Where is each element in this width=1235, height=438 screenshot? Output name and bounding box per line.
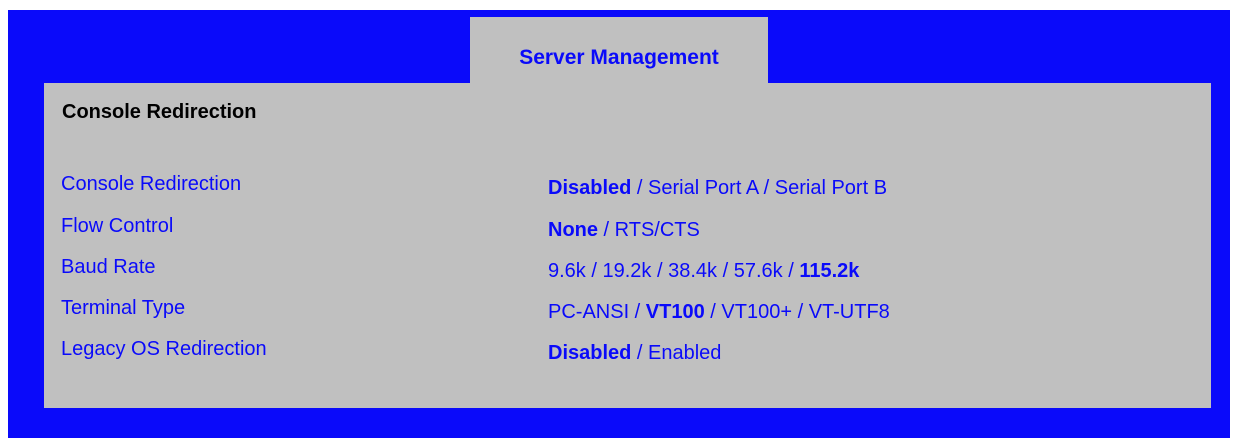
option-separator: / <box>598 219 615 241</box>
option-selected[interactable]: Disabled <box>548 342 631 364</box>
option[interactable]: VT100+ <box>721 301 792 323</box>
option[interactable]: Serial Port B <box>775 177 887 199</box>
option[interactable]: VT-UTF8 <box>809 301 890 323</box>
option[interactable]: Enabled <box>648 342 721 364</box>
setting-label[interactable]: Legacy OS Redirection <box>61 338 267 361</box>
option[interactable]: 19.2k <box>602 260 651 282</box>
setting-label[interactable]: Terminal Type <box>61 297 185 320</box>
option-separator: / <box>717 260 734 282</box>
setting-label[interactable]: Baud Rate <box>61 256 156 279</box>
option-selected[interactable]: VT100 <box>646 301 705 323</box>
option-selected[interactable]: 115.2k <box>799 260 859 282</box>
section-title: Console Redirection <box>62 101 257 123</box>
option[interactable]: PC-ANSI <box>548 301 629 323</box>
setting-row[interactable]: Baud Rate 9.6k / 19.2k / 38.4k / 57.6k / … <box>0 256 1235 296</box>
tab-label: Server Management <box>519 46 719 69</box>
option-separator: / <box>629 301 646 323</box>
setting-options[interactable]: None / RTS/CTS <box>548 219 700 242</box>
option-selected[interactable]: None <box>548 219 598 241</box>
setting-row[interactable]: Terminal Type PC-ANSI / VT100 / VT100+ / … <box>0 297 1235 337</box>
option-selected[interactable]: Disabled <box>548 177 631 199</box>
option[interactable]: 9.6k <box>548 260 586 282</box>
setting-row[interactable]: Flow Control None / RTS/CTS <box>0 215 1235 255</box>
option-separator: / <box>631 177 649 199</box>
option[interactable]: RTS/CTS <box>615 219 700 241</box>
option-separator: / <box>585 260 603 282</box>
setting-label[interactable]: Console Redirection <box>61 173 241 196</box>
setting-options[interactable]: 9.6k / 19.2k / 38.4k / 57.6k / 115.2k <box>548 260 859 283</box>
option-separator: / <box>758 177 775 199</box>
option[interactable]: 38.4k <box>668 260 717 282</box>
option-separator: / <box>792 301 809 323</box>
option-separator: / <box>704 301 722 323</box>
option-separator: / <box>782 260 800 282</box>
setting-row[interactable]: Legacy OS Redirection Disabled / Enabled <box>0 338 1235 378</box>
tab-server-management[interactable]: Server Management <box>470 17 768 83</box>
option-separator: / <box>631 342 649 364</box>
setting-row[interactable]: Console Redirection Disabled / Serial Por… <box>0 173 1235 213</box>
setting-options[interactable]: Disabled / Enabled <box>548 342 721 365</box>
option[interactable]: Serial Port A <box>648 177 758 199</box>
setting-options[interactable]: PC-ANSI / VT100 / VT100+ / VT-UTF8 <box>548 301 890 324</box>
setting-label[interactable]: Flow Control <box>61 215 173 238</box>
option[interactable]: 57.6k <box>734 260 783 282</box>
setting-options[interactable]: Disabled / Serial Port A / Serial Port B <box>548 177 887 200</box>
option-separator: / <box>651 260 669 282</box>
